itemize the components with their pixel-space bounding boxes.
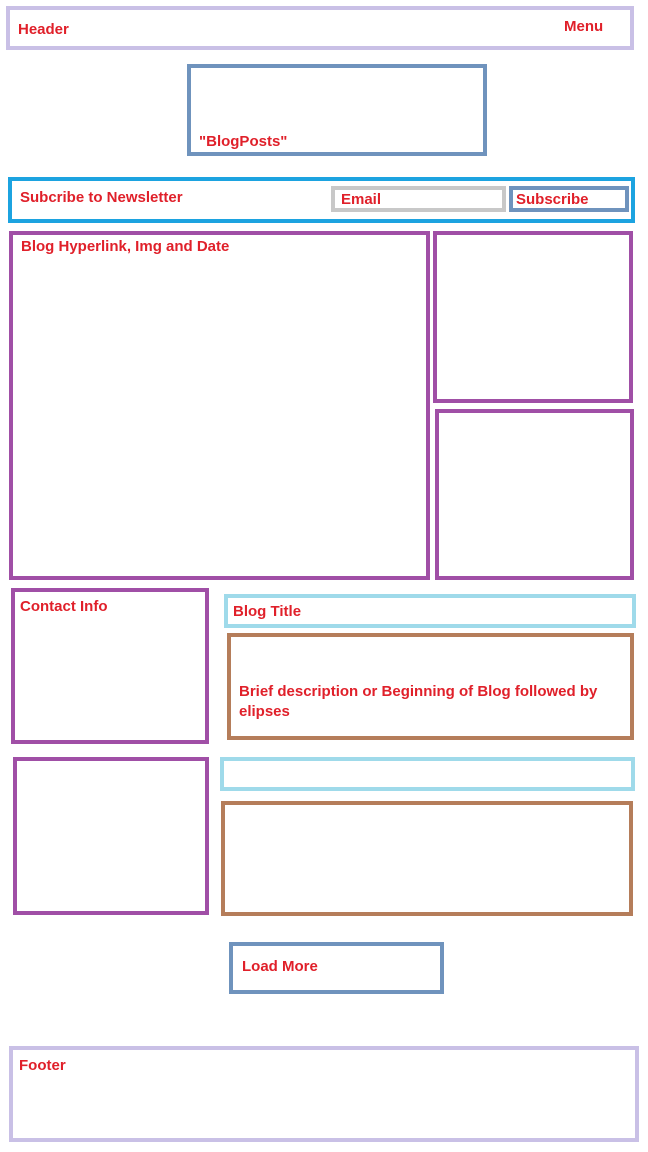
blog-description-box-2 xyxy=(221,801,633,916)
featured-blog-card[interactable] xyxy=(9,231,430,580)
footer-box xyxy=(9,1046,639,1142)
load-more-label: Load More xyxy=(242,958,318,975)
footer-label: Footer xyxy=(19,1057,66,1074)
contact-info-label: Contact Info xyxy=(20,598,108,615)
blog-description-text: Brief description or Beginning of Blog f… xyxy=(239,683,598,721)
blog-posts-label: "BlogPosts" xyxy=(199,133,288,150)
side-card-bottom xyxy=(435,409,634,580)
blog-title-label: Blog Title xyxy=(233,603,302,620)
side-card-top xyxy=(433,231,633,403)
email-placeholder: Email xyxy=(341,191,382,208)
header-title: Header xyxy=(18,21,69,38)
menu-link[interactable]: Menu xyxy=(564,17,603,37)
newsletter-label: Subcribe to Newsletter xyxy=(20,189,183,206)
featured-blog-label: Blog Hyperlink, Img and Date xyxy=(21,238,230,255)
header-bar xyxy=(6,6,634,50)
blog-title-bar-2[interactable] xyxy=(220,757,635,791)
lower-side-card xyxy=(13,757,209,915)
subscribe-label: Subscribe xyxy=(516,191,589,208)
